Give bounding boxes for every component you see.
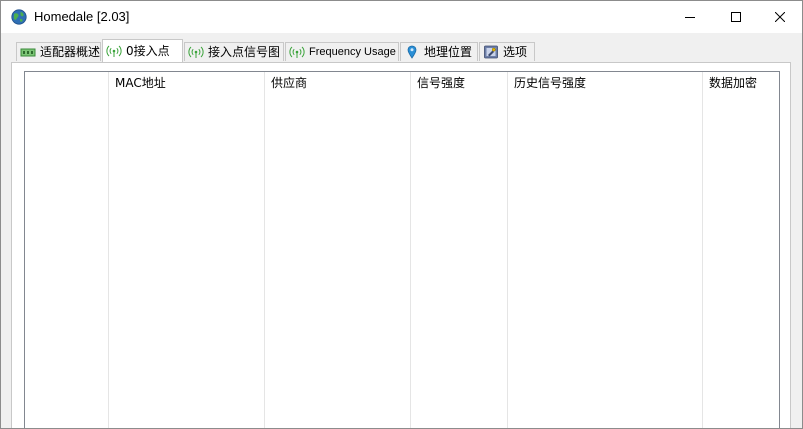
column-header-encryption[interactable]: 数据加密 — [703, 72, 779, 428]
tab-label: 接入点信号图 — [208, 45, 281, 59]
column-header-label: 信号强度 — [417, 76, 466, 90]
tab-access-points[interactable]: 0接入点 — [102, 39, 183, 62]
column-header-label: 供应商 — [271, 76, 308, 90]
maximize-button[interactable] — [713, 1, 759, 33]
window-title: Homedale [2.03] — [34, 9, 130, 24]
minimize-button[interactable] — [667, 1, 713, 33]
column-header-label: 数据加密 — [709, 76, 758, 90]
column-header-vendor[interactable]: 供应商 — [265, 72, 411, 428]
column-header-blank[interactable] — [25, 72, 109, 428]
tab-strip: 适配器概述 0接入点 接入点信号图 Frequency Usage 地理位置 选… — [1, 39, 802, 63]
wifi-signal-icon — [106, 45, 122, 57]
column-header-signal[interactable]: 信号强度 — [411, 72, 508, 428]
tab-geo-location[interactable]: 地理位置 — [400, 42, 478, 61]
tab-label: 选项 — [503, 45, 528, 59]
tab-adapter-overview[interactable]: 适配器概述 — [16, 42, 101, 61]
title-bar[interactable]: Homedale [2.03] — [1, 1, 802, 33]
minimize-icon — [685, 17, 695, 18]
close-icon — [775, 12, 785, 22]
wifi-signal-icon — [289, 46, 305, 58]
wifi-signal-icon — [188, 46, 204, 58]
location-pin-icon — [407, 45, 417, 59]
tab-label: 适配器概述 — [40, 45, 101, 59]
app-window: Homedale [2.03] 适配器概述 0接入点 接入点信号图 Freque… — [0, 0, 803, 429]
tab-label: 地理位置 — [424, 45, 473, 59]
column-header-signal-history[interactable]: 历史信号强度 — [508, 72, 703, 428]
tab-label: 0接入点 — [126, 44, 170, 58]
close-button[interactable] — [757, 1, 802, 33]
network-adapter-icon — [20, 48, 36, 57]
access-point-list[interactable]: MAC地址 供应商 信号强度 历史信号强度 数据加密 — [24, 71, 780, 428]
tab-content-panel: MAC地址 供应商 信号强度 历史信号强度 数据加密 — [11, 62, 791, 428]
column-header-mac[interactable]: MAC地址 — [109, 72, 265, 428]
tab-options[interactable]: 选项 — [479, 42, 535, 61]
maximize-icon — [731, 12, 741, 22]
tab-label: Frequency Usage — [309, 46, 396, 58]
tab-ap-signal-graph[interactable]: 接入点信号图 — [184, 42, 284, 61]
column-header-label: 历史信号强度 — [514, 76, 587, 90]
globe-icon — [11, 9, 27, 25]
tab-frequency-usage[interactable]: Frequency Usage — [285, 42, 399, 61]
column-header-label: MAC地址 — [115, 76, 166, 90]
settings-icon — [484, 45, 498, 59]
